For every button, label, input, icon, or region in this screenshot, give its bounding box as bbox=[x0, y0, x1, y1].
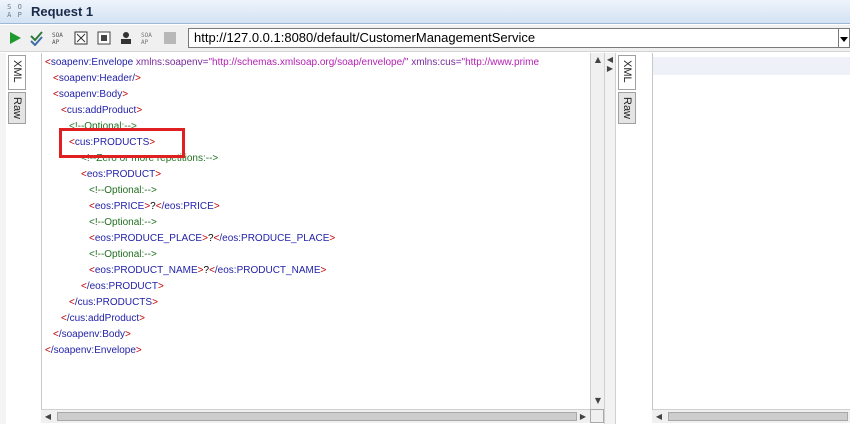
collapse-right-icon[interactable]: ▶ bbox=[605, 64, 615, 74]
svg-text:AP: AP bbox=[52, 39, 60, 46]
xml-tag-addproduct: cus:addProduct bbox=[66, 105, 137, 116]
xml-line-header: <soapenv:Header/> bbox=[53, 73, 141, 84]
response-tab-raw-label: Raw bbox=[621, 97, 633, 120]
xml-close-product-name: /eos:PRODUCT_NAME bbox=[214, 265, 321, 276]
xml-attr-soapenv: xmlns:soapenv= bbox=[135, 57, 209, 68]
url-dropdown-button[interactable] bbox=[839, 28, 850, 48]
xml-attr-cus: xmlns:cus= bbox=[411, 57, 462, 68]
svg-text:SOA: SOA bbox=[141, 32, 152, 39]
stop-icon[interactable] bbox=[95, 29, 113, 47]
xml-tag-produce-place: eos:PRODUCE_PLACE bbox=[94, 233, 203, 244]
tab-raw-label: Raw bbox=[11, 97, 23, 120]
xml-line-product-close: </eos:PRODUCT> bbox=[81, 281, 164, 292]
xml-close-price: /eos:PRICE bbox=[161, 201, 214, 212]
xml-tag-header: soapenv:Header/ bbox=[58, 73, 136, 84]
xml-val-cus: "http://www.prime bbox=[461, 57, 540, 68]
xml-tag-price: eos:PRICE bbox=[94, 201, 145, 212]
scroll-right-icon[interactable]: ▶ bbox=[578, 412, 588, 422]
soap-icon[interactable]: SOA AP bbox=[50, 29, 68, 47]
editor-horizontal-scrollbar[interactable]: ◀ ▶ bbox=[41, 409, 590, 423]
soap-badge-top: S O bbox=[7, 3, 23, 11]
response-editor[interactable] bbox=[652, 53, 850, 409]
wsa-icon[interactable] bbox=[72, 29, 90, 47]
request-xml-editor[interactable]: <soapenv:Envelope xmlns:soapenv="http://… bbox=[41, 53, 604, 409]
soap-icon: S O A P bbox=[6, 3, 24, 21]
xml-close-body: /soapenv:Body bbox=[58, 329, 126, 340]
soap-icon-2[interactable]: SOA AP bbox=[139, 29, 157, 47]
xml-line-product: <eos:PRODUCT> bbox=[81, 169, 162, 180]
xml-line-addproduct: <cus:addProduct> bbox=[61, 105, 143, 116]
xml-line-products-close: </cus:PRODUCTS> bbox=[69, 297, 158, 308]
scroll-up-icon[interactable]: ▲ bbox=[593, 55, 603, 65]
xml-line-addproduct-close: </cus:addProduct> bbox=[61, 313, 145, 324]
gray-square-icon[interactable] bbox=[161, 29, 179, 47]
soap-badge-bottom: A P bbox=[7, 11, 23, 19]
svg-text:AP: AP bbox=[141, 39, 149, 46]
scroll-down-icon[interactable]: ▼ bbox=[593, 396, 603, 406]
highlight-annotation bbox=[59, 128, 185, 158]
left-edge-strip bbox=[0, 53, 6, 424]
xml-close-produce-place: /eos:PRODUCE_PLACE bbox=[219, 233, 330, 244]
xml-tag-envelope: soapenv:Envelope bbox=[50, 57, 134, 68]
xml-line-product-name: <eos:PRODUCT_NAME>?</eos:PRODUCT_NAME> bbox=[89, 265, 327, 276]
xml-close-addproduct: /cus:addProduct bbox=[66, 313, 140, 324]
xml-comment-optional-place: <!--Optional:--> bbox=[89, 217, 157, 228]
user-icon[interactable] bbox=[117, 29, 135, 47]
play-icon[interactable] bbox=[6, 29, 24, 47]
tab-xml[interactable]: XML bbox=[8, 55, 26, 90]
check-icon[interactable] bbox=[28, 29, 46, 47]
endpoint-url-input[interactable]: http://127.0.0.1:8080/default/CustomerMa… bbox=[188, 28, 839, 48]
tab-xml-label: XML bbox=[11, 60, 23, 83]
xml-close-product: /eos:PRODUCT bbox=[86, 281, 158, 292]
scroll-left-icon[interactable]: ◀ bbox=[43, 412, 53, 422]
xml-comment-optional-name: <!--Optional:--> bbox=[89, 249, 157, 260]
xml-line-price: <eos:PRICE>?</eos:PRICE> bbox=[89, 201, 220, 212]
response-tab-raw[interactable]: Raw bbox=[618, 92, 636, 124]
response-horizontal-scrollbar[interactable]: ◀ bbox=[652, 409, 850, 423]
horizontal-scroll-thumb[interactable] bbox=[57, 412, 577, 421]
response-header-strip bbox=[653, 57, 850, 75]
xml-close-envelope: /soapenv:Envelope bbox=[50, 345, 136, 356]
request-toolbar: SOA AP SOA AP http://127.0.0.1:8080/defaul… bbox=[0, 25, 850, 52]
response-tab-xml-label: XML bbox=[621, 60, 633, 83]
request-title-bar: S O A P Request 1 bbox=[0, 0, 850, 24]
xml-line-body-close: </soapenv:Body> bbox=[53, 329, 131, 340]
xml-line-produce-place: <eos:PRODUCE_PLACE>?</eos:PRODUCE_PLACE> bbox=[89, 233, 336, 244]
tab-raw[interactable]: Raw bbox=[8, 92, 26, 124]
response-scroll-left-icon[interactable]: ◀ bbox=[654, 412, 664, 422]
xml-tag-body: soapenv:Body bbox=[58, 89, 123, 100]
xml-close-products: /cus:PRODUCTS bbox=[74, 297, 153, 308]
request-title: Request 1 bbox=[31, 4, 94, 19]
xml-tag-product-name: eos:PRODUCT_NAME bbox=[94, 265, 198, 276]
editor-vertical-scrollbar[interactable]: ▲ ▼ bbox=[590, 53, 604, 409]
response-scroll-thumb[interactable] bbox=[668, 412, 848, 421]
xml-line-body: <soapenv:Body> bbox=[53, 89, 129, 100]
xml-comment-optional-price: <!--Optional:--> bbox=[89, 185, 157, 196]
xml-line-envelope: <soapenv:Envelope xmlns:soapenv="http://… bbox=[45, 57, 540, 68]
xml-tag-product: eos:PRODUCT bbox=[86, 169, 156, 180]
xml-val-soapenv: "http://schemas.xmlsoap.org/soap/envelop… bbox=[208, 57, 409, 68]
chevron-down-icon bbox=[840, 37, 848, 42]
response-tab-xml[interactable]: XML bbox=[618, 55, 636, 90]
xml-line-envelope-close: </soapenv:Envelope> bbox=[45, 345, 142, 356]
zoom-corner-icon[interactable] bbox=[590, 409, 604, 423]
panel-splitter[interactable]: ◀ ▶ bbox=[604, 53, 616, 424]
svg-text:SOA: SOA bbox=[52, 32, 63, 39]
